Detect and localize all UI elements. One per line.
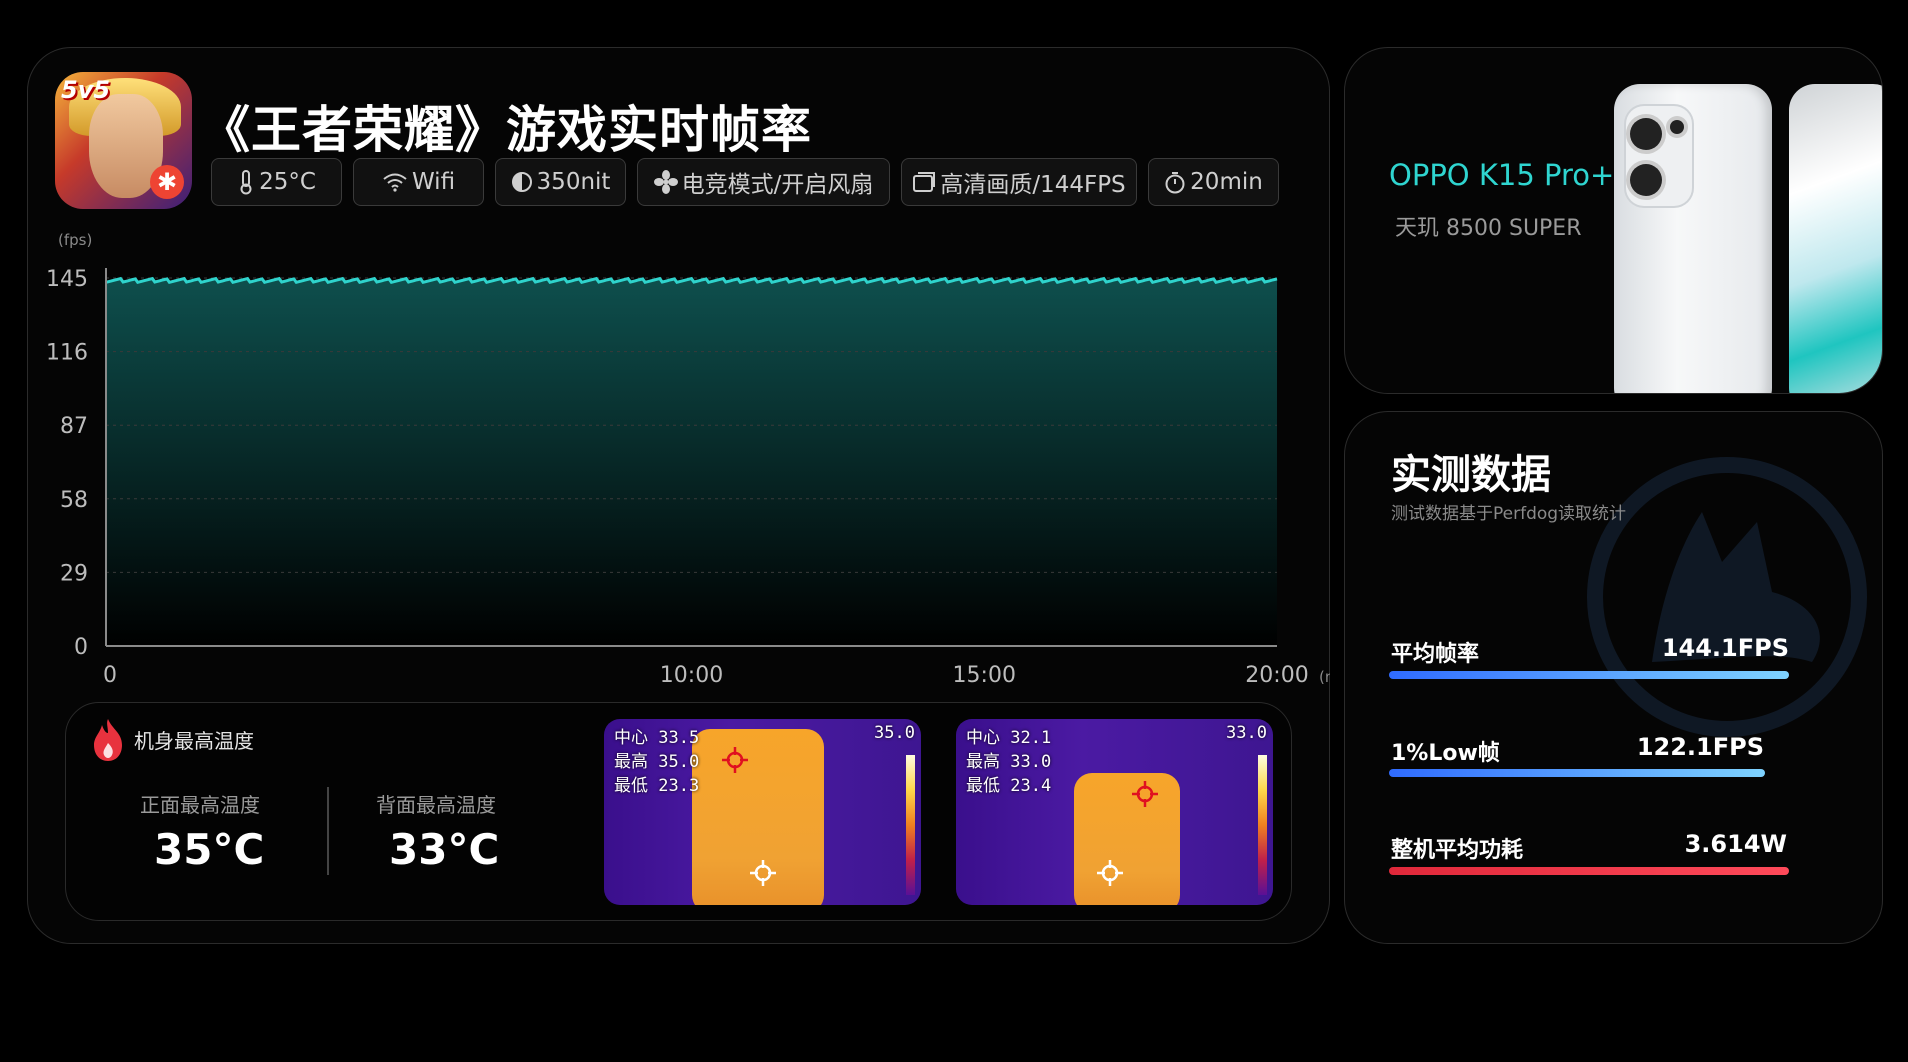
stats-title: 实测数据 <box>1391 452 1551 498</box>
front-temp-value: 35°C <box>154 825 265 874</box>
thermal-color-scale <box>1258 755 1267 895</box>
stats-panel: 实测数据 测试数据基于Perfdog读取统计 平均帧率 144.1FPS 1%L… <box>1344 411 1883 944</box>
thermal-max-reading: 最高 33.0 <box>966 752 1052 772</box>
chip-brightness: 350nit <box>495 158 626 206</box>
chip-label: 高清画质/144FPS <box>940 172 1126 198</box>
thermal-color-scale <box>906 755 915 895</box>
device-panel: OPPO K15 Pro+ 天玑 8500 SUPER <box>1344 47 1883 394</box>
thermal-center-reading: 中心 33.5 <box>614 728 700 748</box>
thermal-phone-body <box>1074 773 1180 905</box>
front-temp-label: 正面最高温度 <box>140 793 260 817</box>
back-thermal-image: 中心 32.1 最高 33.0 最低 23.4 33.0 <box>956 719 1273 905</box>
page-title: 《王者荣耀》游戏实时帧率 <box>200 101 812 159</box>
stat-label-power: 整机平均功耗 <box>1391 838 1524 863</box>
fan-icon <box>653 170 678 194</box>
perfdog-logo-icon <box>1587 457 1867 737</box>
y-tick-label: 145 <box>46 267 88 292</box>
thermal-max-reading: 最高 35.0 <box>614 752 700 772</box>
fps-chart: 0 29 58 87 116 145 (fps) 0 10:00 15:00 20:00 (min) <box>46 231 1330 688</box>
stat-value-power: 3.614W <box>1684 830 1787 858</box>
chip-temperature: 25°C <box>211 158 342 206</box>
stat-value-low-fps: 122.1FPS <box>1636 733 1764 761</box>
test-conditions-bar: 25°C Wifi 350nit 电竞模式/开启风扇 高清画质/144FPS 2… <box>211 158 1279 206</box>
chip-label: 25°C <box>259 169 316 195</box>
camera-module <box>1626 106 1692 206</box>
phone-back-image <box>1614 84 1772 393</box>
camera-lens-icon <box>1630 118 1662 150</box>
y-tick-label: 0 <box>74 635 88 660</box>
front-thermal-image: 中心 33.5 最高 35.0 最低 23.3 35.0 <box>604 719 921 905</box>
stat-bar-low-fps <box>1389 769 1765 777</box>
device-brand: OPPO K15 Pro+ <box>1389 158 1615 192</box>
stat-bar-avg-fps <box>1389 671 1789 679</box>
stat-value-avg-fps: 144.1FPS <box>1661 634 1789 662</box>
game-logo-mark-icon: ✱ <box>150 165 184 199</box>
flame-icon <box>94 719 122 761</box>
game-app-icon: 5v5 ✱ <box>55 72 192 209</box>
chip-label: Wifi <box>411 169 456 195</box>
back-temp-label: 背面最高温度 <box>376 793 496 817</box>
stat-label-avg-fps: 平均帧率 <box>1391 642 1480 667</box>
y-tick-label: 29 <box>60 561 88 586</box>
thermal-scale-top: 33.0 <box>1226 723 1267 743</box>
x-tick-label: 0 <box>103 663 117 688</box>
thermal-min-reading: 最低 23.4 <box>966 776 1052 796</box>
brightness-icon <box>511 172 532 192</box>
crosshair-center-icon <box>1097 860 1123 886</box>
x-tick-label: 20:00 <box>1245 663 1308 688</box>
x-tick-label: 10:00 <box>660 663 723 688</box>
chip-network: Wifi <box>353 158 484 206</box>
y-tick-label: 116 <box>46 341 88 366</box>
x-tick-label: 15:00 <box>953 663 1016 688</box>
y-axis-label: (fps) <box>58 231 92 249</box>
y-tick-label: 58 <box>60 488 88 513</box>
chip-duration: 20min <box>1148 158 1279 206</box>
timer-icon <box>1165 172 1185 194</box>
thermometer-icon <box>240 170 252 195</box>
temperature-title: 机身最高温度 <box>134 729 254 753</box>
wifi-icon <box>383 173 407 192</box>
fps-area-fill <box>106 278 1277 646</box>
y-tick-label: 87 <box>60 414 88 439</box>
temperature-card: 机身最高温度 正面最高温度 35°C 背面最高温度 33°C 中心 33.5 最… <box>65 702 1292 921</box>
chip-label: 350nit <box>536 169 611 195</box>
chip-label: 20min <box>1190 169 1263 195</box>
image-quality-icon <box>913 172 936 192</box>
thermal-center-reading: 中心 32.1 <box>966 728 1052 748</box>
chip-graphics-quality: 高清画质/144FPS <box>901 158 1137 206</box>
x-axis-unit: (min) <box>1319 668 1330 686</box>
device-chipset: 天玑 8500 SUPER <box>1395 216 1582 241</box>
phone-front-image <box>1789 84 1882 393</box>
camera-lens-icon <box>1630 164 1662 196</box>
stats-subtitle: 测试数据基于Perfdog读取统计 <box>1391 504 1627 524</box>
thermal-scale-top: 35.0 <box>874 723 915 743</box>
camera-lens-icon <box>1670 120 1684 134</box>
temp-divider <box>327 787 329 875</box>
crosshair-max-icon <box>722 747 748 773</box>
back-temp-value: 33°C <box>389 825 500 874</box>
thermal-min-reading: 最低 23.3 <box>614 776 700 796</box>
crosshair-max-icon <box>1132 781 1158 807</box>
chip-performance-mode: 电竞模式/开启风扇 <box>637 158 890 206</box>
crosshair-center-icon <box>750 860 776 886</box>
stat-bar-power <box>1389 867 1789 875</box>
game-mode-tag: 5v5 <box>61 76 111 104</box>
stat-label-low-fps: 1%Low帧 <box>1391 741 1500 766</box>
chip-label: 电竞模式/开启风扇 <box>681 172 874 198</box>
